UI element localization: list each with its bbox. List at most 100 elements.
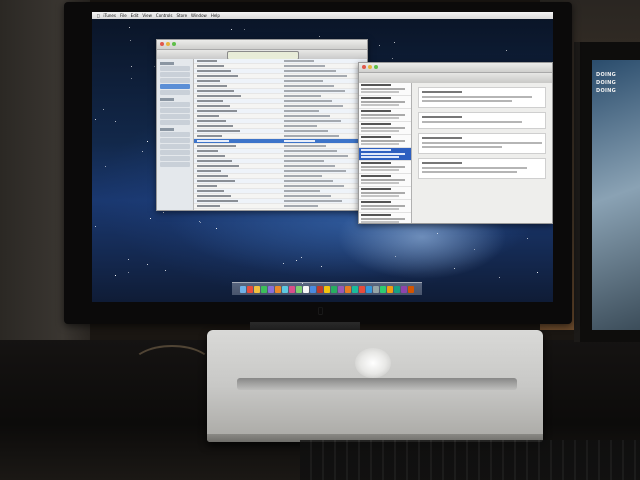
star xyxy=(231,29,232,30)
sidebar-item[interactable] xyxy=(160,66,190,71)
list-item[interactable] xyxy=(359,200,411,213)
dock-app-icon[interactable] xyxy=(366,286,372,293)
list-item[interactable] xyxy=(359,122,411,135)
star xyxy=(499,277,500,278)
minimize-icon[interactable] xyxy=(368,65,372,69)
list-item[interactable] xyxy=(359,96,411,109)
list-item[interactable] xyxy=(359,109,411,122)
dock-app-icon[interactable] xyxy=(261,286,267,293)
star xyxy=(395,256,396,257)
dock-app-icon[interactable] xyxy=(303,286,309,293)
star xyxy=(437,233,438,234)
dock-app-icon[interactable] xyxy=(240,286,246,293)
menu-item[interactable]: View xyxy=(142,13,152,18)
dock-app-icon[interactable] xyxy=(275,286,281,293)
star xyxy=(147,264,148,265)
message-card xyxy=(418,112,546,129)
dock-app-icon[interactable] xyxy=(387,286,393,293)
star xyxy=(130,40,131,41)
sidebar-item[interactable] xyxy=(160,138,190,143)
sidebar-item[interactable] xyxy=(160,150,190,155)
laptop-closed xyxy=(207,330,543,442)
itunes-titlebar[interactable] xyxy=(157,40,367,50)
sidebar-item[interactable] xyxy=(160,144,190,149)
star xyxy=(128,272,129,273)
close-icon[interactable] xyxy=(362,65,366,69)
dock-app-icon[interactable] xyxy=(289,286,295,293)
star xyxy=(147,141,148,142)
mail-titlebar[interactable] xyxy=(359,63,552,73)
list-item[interactable] xyxy=(359,213,411,223)
menu-item[interactable]: File xyxy=(120,13,127,18)
dock-app-icon[interactable] xyxy=(268,286,274,293)
dock xyxy=(232,282,422,295)
itunes-window[interactable] xyxy=(156,39,368,211)
dock-app-icon[interactable] xyxy=(401,286,407,293)
apple-menu-icon[interactable]:  xyxy=(97,13,99,18)
dock-app-icon[interactable] xyxy=(331,286,337,293)
star xyxy=(506,50,507,51)
dock-app-icon[interactable] xyxy=(408,286,414,293)
dock-app-icon[interactable] xyxy=(352,286,358,293)
star xyxy=(301,257,302,258)
message-card xyxy=(418,158,546,179)
dock-app-icon[interactable] xyxy=(324,286,330,293)
dock-app-icon[interactable] xyxy=(317,286,323,293)
sidebar-item[interactable] xyxy=(160,156,190,161)
star xyxy=(527,238,528,239)
sidebar-item[interactable] xyxy=(160,72,190,77)
sidebar-item[interactable] xyxy=(160,120,190,125)
menu-item[interactable]: Window xyxy=(191,13,207,18)
sidebar-item[interactable] xyxy=(160,132,190,137)
sidebar-item[interactable] xyxy=(160,78,190,83)
list-item[interactable] xyxy=(359,161,411,174)
dock-app-icon[interactable] xyxy=(380,286,386,293)
message-card xyxy=(418,87,546,108)
menu-item[interactable]: Edit xyxy=(131,13,139,18)
star xyxy=(296,260,297,261)
sidebar-item[interactable] xyxy=(160,114,190,119)
star xyxy=(154,66,155,67)
zoom-icon[interactable] xyxy=(374,65,378,69)
dock-app-icon[interactable] xyxy=(247,286,253,293)
table-row[interactable] xyxy=(194,204,367,209)
dock-app-icon[interactable] xyxy=(282,286,288,293)
menu-item[interactable]: Controls xyxy=(156,13,173,18)
close-icon[interactable] xyxy=(160,42,164,46)
dock-app-icon[interactable] xyxy=(310,286,316,293)
dock-app-icon[interactable] xyxy=(394,286,400,293)
side-monitor-label: DOING xyxy=(596,72,617,78)
side-monitor-screen: DOING DOING DOING xyxy=(592,60,640,330)
zoom-icon[interactable] xyxy=(172,42,176,46)
dock-app-icon[interactable] xyxy=(296,286,302,293)
apple-logo-icon:  xyxy=(318,306,323,315)
star xyxy=(165,270,166,271)
list-item[interactable] xyxy=(359,174,411,187)
sidebar-item[interactable] xyxy=(160,162,190,167)
sidebar-item[interactable] xyxy=(160,102,190,107)
dock-app-icon[interactable] xyxy=(254,286,260,293)
menu-item[interactable]: Help xyxy=(211,13,220,18)
menu-item[interactable]: iTunes xyxy=(103,13,116,18)
star xyxy=(95,119,96,120)
menu-item[interactable]: Store xyxy=(176,13,187,18)
minimize-icon[interactable] xyxy=(166,42,170,46)
mail-window[interactable] xyxy=(358,62,553,224)
sidebar-item[interactable] xyxy=(160,90,190,95)
list-item[interactable] xyxy=(359,135,411,148)
list-item[interactable] xyxy=(359,83,411,96)
star xyxy=(199,221,200,222)
dock-app-icon[interactable] xyxy=(373,286,379,293)
dock-app-icon[interactable] xyxy=(345,286,351,293)
sidebar-item-selected[interactable] xyxy=(160,84,190,89)
dock-app-icon[interactable] xyxy=(338,286,344,293)
sidebar-item[interactable] xyxy=(160,108,190,113)
mail-message-list xyxy=(359,83,412,223)
star xyxy=(105,166,106,167)
dock-reflection xyxy=(237,378,517,390)
star xyxy=(283,263,284,264)
list-item[interactable] xyxy=(359,187,411,200)
dock-app-icon[interactable] xyxy=(359,286,365,293)
list-item[interactable] xyxy=(359,148,411,161)
star xyxy=(319,36,320,37)
